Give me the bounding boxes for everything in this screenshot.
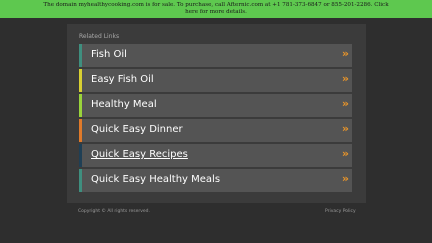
banner-line-1[interactable]: The domain myhealthycooking.com is for s…: [0, 2, 432, 9]
related-link-label: Quick Easy Dinner: [91, 124, 183, 135]
related-link-fish-oil[interactable]: Fish Oil »: [79, 44, 352, 67]
related-link-easy-fish-oil[interactable]: Easy Fish Oil »: [79, 69, 352, 92]
double-chevron-right-icon: »: [341, 122, 349, 135]
copyright-text: Copyright © All rights reserved.: [78, 209, 150, 214]
domain-sale-banner[interactable]: The domain myhealthycooking.com is for s…: [0, 0, 432, 18]
related-link-label: Fish Oil: [91, 49, 127, 60]
related-link-quick-easy-recipes[interactable]: Quick Easy Recipes »: [79, 144, 352, 167]
related-links-title: Related Links: [79, 33, 120, 40]
related-link-quick-easy-healthy-meals[interactable]: Quick Easy Healthy Meals »: [79, 169, 352, 192]
related-links-panel: Related Links Fish Oil » Easy Fish Oil »…: [67, 24, 366, 203]
double-chevron-right-icon: »: [341, 72, 349, 85]
double-chevron-right-icon: »: [341, 147, 349, 160]
related-link-healthy-meal[interactable]: Healthy Meal »: [79, 94, 352, 117]
double-chevron-right-icon: »: [341, 172, 349, 185]
privacy-policy-link[interactable]: Privacy Policy: [325, 209, 356, 214]
related-link-label: Quick Easy Recipes: [91, 149, 188, 160]
double-chevron-right-icon: »: [341, 97, 349, 110]
double-chevron-right-icon: »: [341, 47, 349, 60]
related-link-label: Healthy Meal: [91, 99, 157, 110]
related-link-label: Quick Easy Healthy Meals: [91, 174, 221, 185]
banner-line-2[interactable]: here for more details.: [0, 9, 432, 16]
related-link-quick-easy-dinner[interactable]: Quick Easy Dinner »: [79, 119, 352, 142]
related-link-label: Easy Fish Oil: [91, 74, 154, 85]
